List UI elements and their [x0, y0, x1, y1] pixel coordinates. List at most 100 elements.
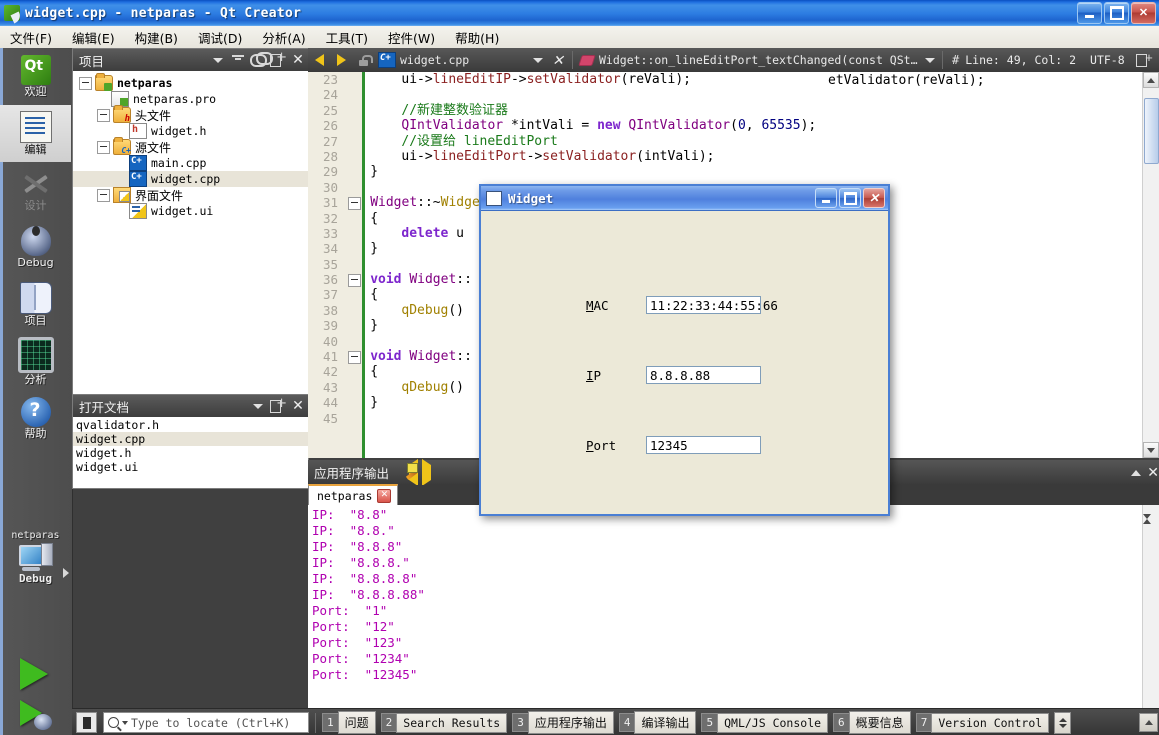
menu-file[interactable]: 文件(F) [0, 26, 62, 49]
fold-toggle[interactable] [348, 197, 361, 211]
mode-debug[interactable]: Debug [0, 219, 71, 276]
output-pane-spinner[interactable] [1054, 711, 1072, 734]
widget-close-button[interactable]: ✕ [863, 188, 885, 208]
widget-app-dialog: Widget ✕ MAC 11:22:33:44:55:66 IP 8.8.8.… [479, 184, 890, 516]
navigate-forward-button[interactable] [330, 49, 352, 71]
menu-edit[interactable]: 编辑(E) [62, 26, 125, 49]
tree-item-main.cpp[interactable]: main.cpp [73, 155, 308, 171]
output-next-button[interactable] [422, 459, 432, 486]
window-maximize-button[interactable] [1104, 2, 1129, 24]
mode-help-label: 帮助 [24, 427, 47, 440]
line-number: 35 [322, 256, 338, 272]
open-documents-split-button[interactable] [268, 396, 288, 416]
mode-edit[interactable]: 编辑 [0, 105, 71, 162]
output-button-5[interactable]: 5 QML/JS Console [701, 712, 829, 733]
open-document-item[interactable]: qvalidator.h [73, 418, 308, 432]
menu-help[interactable]: 帮助(H) [445, 26, 509, 49]
scroll-down-button[interactable] [1143, 514, 1159, 533]
window-close-button[interactable]: ✕ [1131, 2, 1156, 24]
edit-document-icon [19, 111, 52, 143]
close-icon[interactable]: ✕ [377, 488, 392, 503]
output-vertical-scrollbar[interactable] [1142, 505, 1159, 708]
mode-analyze[interactable]: 分析 [0, 333, 71, 390]
locator-input[interactable]: Type to locate (Ctrl+K) [103, 712, 309, 733]
menu-tools[interactable]: 工具(T) [316, 26, 378, 49]
output-text[interactable]: IP: "8.8" IP: "8.8." IP: "8.8.8" IP: "8.8.8… [308, 505, 1147, 710]
port-input[interactable]: 12345 [646, 436, 761, 454]
tree-item-widget.ui[interactable]: widget.ui [73, 203, 308, 219]
open-documents-combo[interactable] [248, 396, 268, 416]
target-selector[interactable]: netparas Debug [0, 530, 71, 585]
window-minimize-button[interactable] [1077, 2, 1102, 24]
output-line: Port: "1234" [312, 651, 410, 666]
qt-logo-icon [4, 5, 20, 21]
tree-item-widget.h[interactable]: widget.h [73, 123, 308, 139]
tree-expander[interactable] [97, 140, 110, 154]
open-documents-close-button[interactable]: ✕ [288, 396, 308, 416]
code-text: } [370, 241, 379, 257]
output-button-7[interactable]: 7 Version Control [915, 712, 1050, 733]
run-button[interactable] [20, 658, 54, 692]
widget-maximize-button[interactable] [839, 188, 861, 208]
tree-item-netparas.pro[interactable]: netparas.pro [73, 91, 308, 107]
fold-toggle[interactable] [348, 351, 361, 365]
output-tab-netparas[interactable]: netparas ✕ [308, 484, 399, 505]
tree-item-[interactable]: 界面文件 [73, 187, 308, 203]
tree-item-[interactable]: C+ 源文件 [73, 137, 308, 155]
debug-button[interactable] [20, 700, 54, 734]
mode-help[interactable]: 帮助 [0, 390, 71, 447]
toggle-sidebar-icon[interactable] [76, 712, 97, 733]
close-document-button[interactable]: ✕ [547, 49, 569, 71]
hash-icon: # [952, 53, 960, 67]
open-file-combo[interactable]: widget.cpp [374, 50, 547, 70]
encoding-indicator[interactable]: UTF-8 [1090, 53, 1125, 67]
output-button-6[interactable]: 6 概要信息 [833, 711, 911, 734]
open-documents-list[interactable]: qvalidator.h widget.cpp widget.h widget.ui [73, 417, 308, 488]
scroll-up-button[interactable] [1143, 72, 1159, 88]
project-filter-combo[interactable] [208, 50, 228, 70]
open-document-item[interactable]: widget.cpp [73, 432, 308, 446]
output-button-1[interactable]: 1 问题 [322, 711, 376, 734]
menu-debug[interactable]: 调试(D) [188, 26, 252, 49]
open-documents-panel: 打开文档 ✕ qvalidator.hwidget.cppwidget.hwid… [72, 394, 309, 489]
menu-build[interactable]: 构建(B) [125, 26, 188, 49]
tree-expander[interactable] [97, 188, 110, 202]
symbol-combo[interactable]: Widget::on_lineEditPort_textChanged(cons… [576, 50, 939, 70]
line-col-indicator[interactable]: Line: 49, Col: 2 [965, 53, 1076, 67]
mode-design[interactable]: 设计 [0, 162, 71, 219]
lock-document-button[interactable] [352, 49, 374, 71]
menu-window[interactable]: 控件(W) [378, 26, 445, 49]
project-close-button[interactable]: ✕ [288, 50, 308, 70]
project-tree[interactable]: netparas netparas.proh 头文件widget.h C+ 源文件mai… [73, 71, 308, 394]
tree-expander[interactable] [97, 108, 110, 122]
project-sync-button[interactable] [248, 50, 273, 70]
open-document-item[interactable]: widget.h [73, 446, 308, 460]
project-filter-button[interactable] [228, 50, 248, 70]
open-document-item[interactable]: widget.ui [73, 460, 308, 474]
mode-projects[interactable]: 项目 [0, 276, 71, 333]
widget-minimize-button[interactable] [815, 188, 837, 208]
ip-input[interactable]: 8.8.8.88 [646, 366, 761, 384]
mac-input[interactable]: 11:22:33:44:55:66 [646, 296, 778, 314]
output-button-3[interactable]: 3 应用程序输出 [512, 711, 614, 734]
output-button-2[interactable]: 2 Search Results [380, 712, 508, 733]
scrollbar-thumb[interactable] [1144, 98, 1159, 164]
editor-split-button[interactable] [1133, 49, 1155, 71]
scroll-down-button[interactable] [1143, 442, 1159, 458]
cpp-file-icon [129, 171, 147, 187]
output-button-4[interactable]: 4 编译输出 [618, 711, 697, 734]
tree-item-widget.cpp[interactable]: widget.cpp [73, 171, 308, 187]
mode-welcome[interactable]: 欢迎 [0, 48, 71, 105]
output-pane-title: 应用程序输出 [314, 466, 390, 481]
progress-details-button[interactable] [1139, 713, 1158, 732]
tree-expander[interactable] [79, 76, 92, 90]
output-button-number: 3 [512, 713, 528, 732]
tree-item-netparas[interactable]: netparas [73, 73, 308, 91]
editor-vertical-scrollbar[interactable] [1142, 72, 1159, 458]
close-icon[interactable]: ✕ [1147, 466, 1159, 480]
chevron-up-icon[interactable] [1131, 469, 1142, 476]
fold-toggle[interactable] [348, 274, 361, 288]
tree-item-[interactable]: h 头文件 [73, 105, 308, 124]
menu-analyze[interactable]: 分析(A) [252, 26, 315, 49]
navigate-back-button[interactable] [308, 49, 330, 71]
